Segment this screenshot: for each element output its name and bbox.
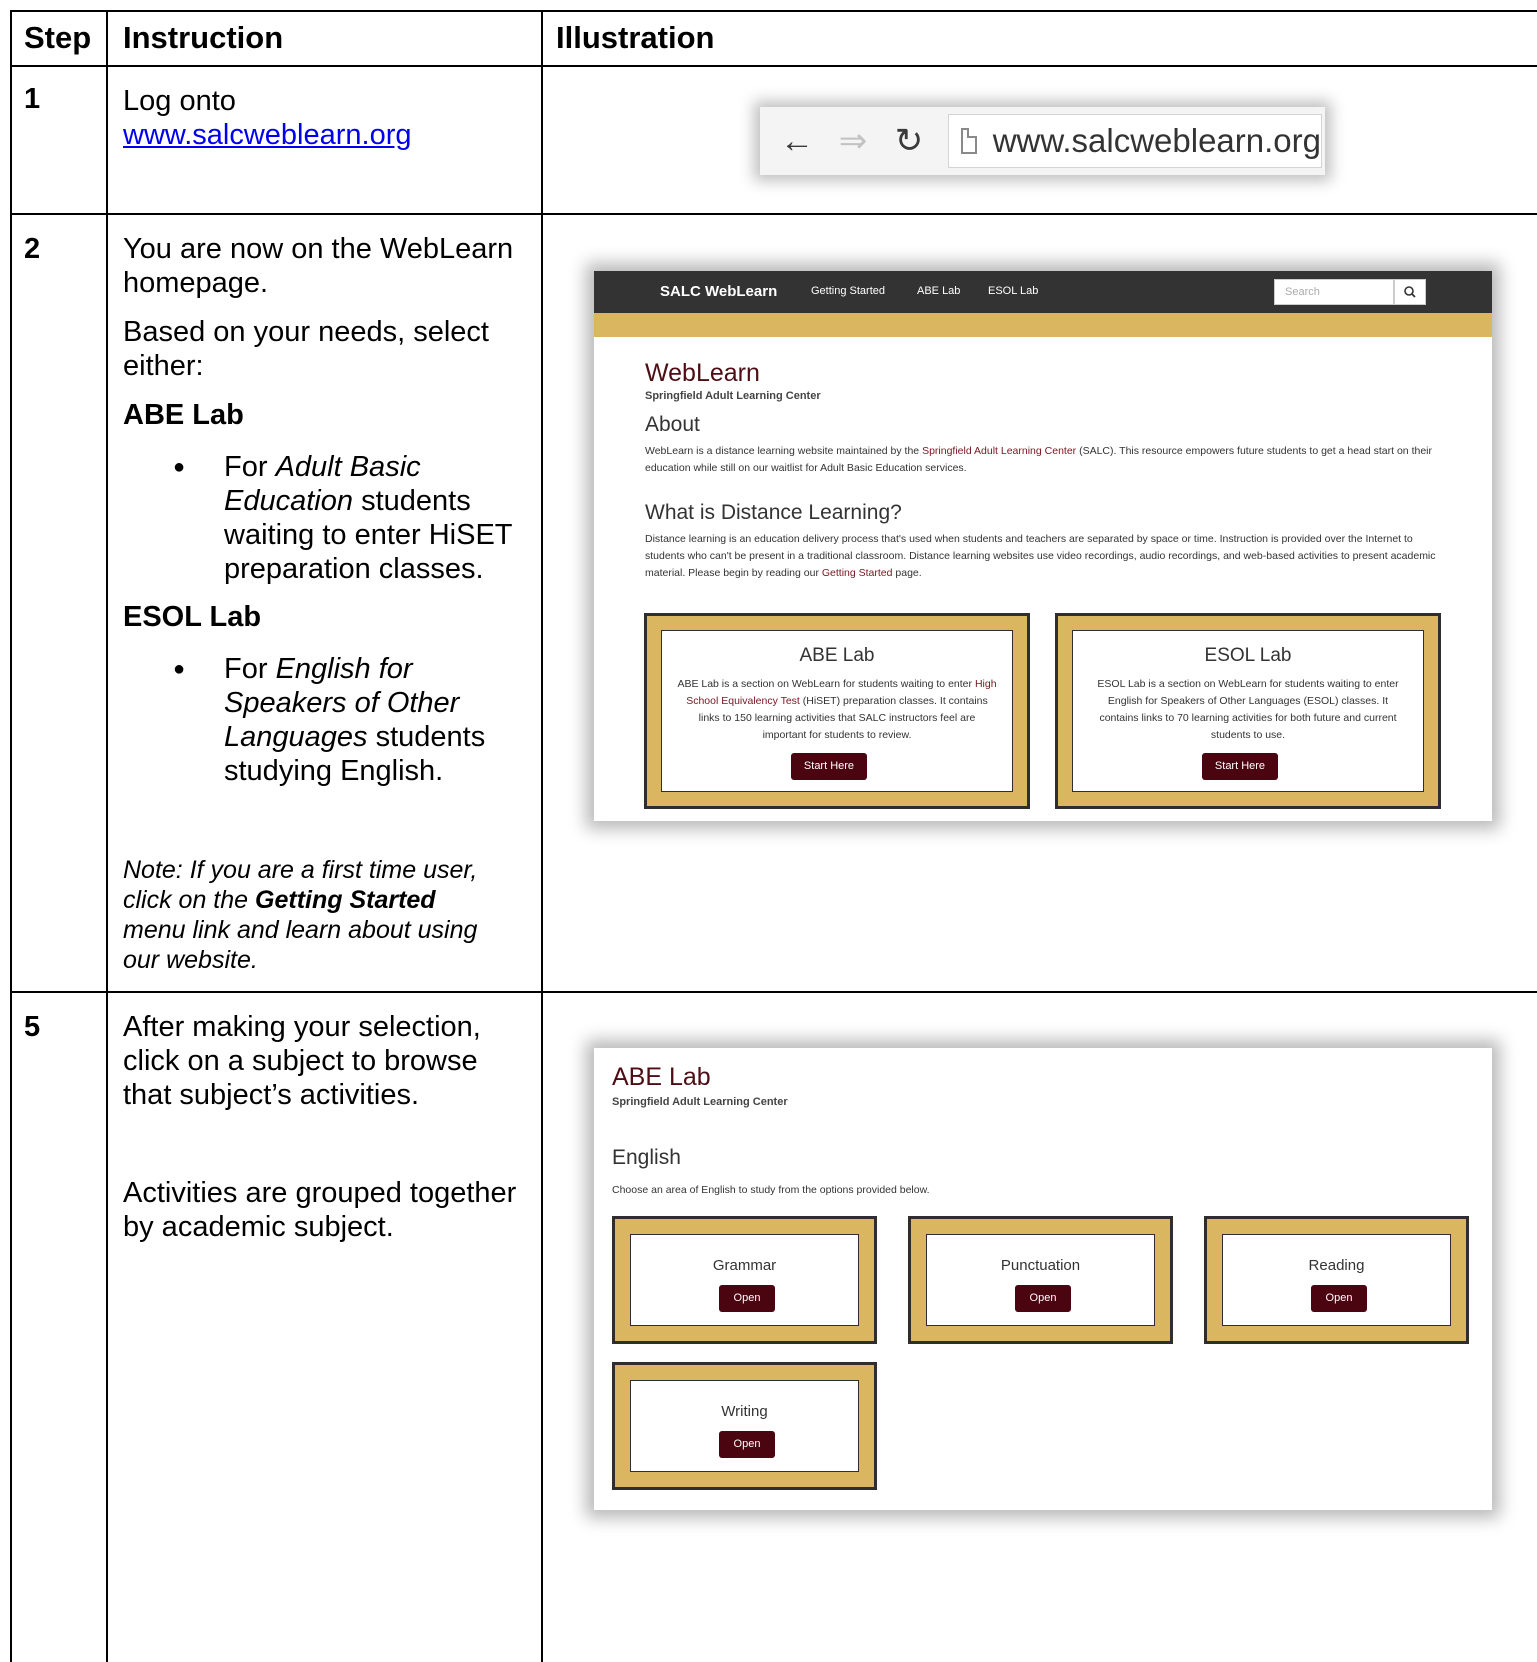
subject-card-reading: Reading Open <box>1204 1216 1469 1344</box>
search-icon <box>1404 286 1416 298</box>
about-paragraph: WebLearn is a distance learning website … <box>645 445 1432 474</box>
site-link[interactable]: www.salcweblearn.org <box>123 118 412 152</box>
abe-lab-card: ABE Lab ABE Lab is a section on WebLearn… <box>644 613 1030 809</box>
table-column-divider <box>541 10 543 1662</box>
table-border-top <box>10 10 1537 12</box>
arrow-left-icon[interactable]: ← <box>778 122 816 161</box>
esol-lab-heading: ESOL Lab <box>123 601 262 633</box>
subject-card-grammar: Grammar Open <box>612 1216 877 1344</box>
search-input[interactable]: Search <box>1274 279 1394 305</box>
abe-lab-page-screenshot: ABE Lab Springfield Adult Learning Cente… <box>594 1048 1492 1510</box>
url-text: www.salcweblearn.org <box>992 122 1321 159</box>
open-reading-button[interactable]: Open <box>1311 1285 1367 1312</box>
open-grammar-button[interactable]: Open <box>719 1285 775 1312</box>
table-row-divider <box>10 213 1537 215</box>
bullet-icon: ● <box>173 456 186 478</box>
first-time-note: Note: If you are a first time user, clic… <box>123 856 478 974</box>
step-number: 1 <box>24 83 41 115</box>
distance-learning-paragraph: Distance learning is an education delive… <box>645 533 1436 579</box>
bullet-text: For English for Speakers of Other Langua… <box>224 653 486 787</box>
subject-heading: English <box>612 1146 681 1169</box>
page-icon <box>961 128 977 154</box>
instruction-text: You are now on the WebLearn homepage. <box>123 233 514 299</box>
instruction-text: After making your selection, click on a … <box>123 1011 481 1111</box>
nav-getting-started[interactable]: Getting Started <box>811 285 885 297</box>
card-title: ABE Lab <box>799 645 875 666</box>
card-body: Punctuation Open <box>926 1234 1155 1326</box>
subject-name: Writing <box>721 1403 768 1420</box>
open-punctuation-button[interactable]: Open <box>1015 1285 1071 1312</box>
page-subtitle: Springfield Adult Learning Center <box>645 390 821 402</box>
table-row-divider <box>10 991 1537 993</box>
esol-lab-card: ESOL Lab ESOL Lab is a section on WebLea… <box>1055 613 1441 809</box>
card-description: ESOL Lab is a section on WebLearn for st… <box>1097 678 1399 741</box>
list-item: ● For Adult Basic Education students wai… <box>173 450 533 586</box>
card-body: ABE Lab ABE Lab is a section on WebLearn… <box>661 630 1013 792</box>
table-border-left <box>10 10 12 1662</box>
card-body: Reading Open <box>1222 1234 1451 1326</box>
step-number: 5 <box>24 1011 41 1043</box>
reload-icon[interactable]: ↻ <box>890 121 928 161</box>
arrow-right-icon[interactable]: ⇒ <box>834 121 872 161</box>
nav-abe-lab[interactable]: ABE Lab <box>917 285 960 297</box>
browser-address-bar: ← ⇒ ↻ www.salcweblearn.org <box>760 107 1325 175</box>
header-instruction: Instruction <box>123 20 284 55</box>
subject-card-writing: Writing Open <box>612 1362 877 1490</box>
card-body: Writing Open <box>630 1380 859 1472</box>
header-step: Step <box>24 20 92 55</box>
instruction-text: Based on your needs, select either: <box>123 316 489 382</box>
header-illustration: Illustration <box>556 20 715 55</box>
card-body: Grammar Open <box>630 1234 859 1326</box>
site-navbar: SALC WebLearn Getting Started ABE Lab ES… <box>594 271 1492 313</box>
intro-text: Choose an area of English to study from … <box>612 1184 930 1196</box>
weblearn-homepage-screenshot: SALC WebLearn Getting Started ABE Lab ES… <box>594 271 1492 821</box>
card-title: ESOL Lab <box>1204 645 1292 666</box>
abe-lab-heading: ABE Lab <box>123 399 244 431</box>
card-body: ESOL Lab ESOL Lab is a section on WebLea… <box>1072 630 1424 792</box>
distance-learning-heading: What is Distance Learning? <box>645 501 902 524</box>
site-brand[interactable]: SALC WebLearn <box>660 283 777 300</box>
card-description: ABE Lab is a section on WebLearn for stu… <box>677 678 997 741</box>
subject-card-punctuation: Punctuation Open <box>908 1216 1173 1344</box>
page-title: ABE Lab <box>612 1063 711 1091</box>
abe-start-here-button[interactable]: Start Here <box>791 753 867 780</box>
table-column-divider <box>106 10 108 1662</box>
getting-started-link[interactable]: Getting Started <box>822 567 893 579</box>
esol-start-here-button[interactable]: Start Here <box>1202 753 1278 780</box>
subject-name: Reading <box>1308 1257 1365 1274</box>
bullet-icon: ● <box>173 658 186 680</box>
subject-name: Grammar <box>712 1257 777 1274</box>
nav-esol-lab[interactable]: ESOL Lab <box>988 285 1038 297</box>
salc-link[interactable]: Springfield Adult Learning Center <box>922 445 1076 457</box>
list-item: ● For English for Speakers of Other Lang… <box>173 652 533 788</box>
url-field[interactable]: www.salcweblearn.org <box>948 114 1322 168</box>
table-row-divider <box>10 65 1537 67</box>
step-number: 2 <box>24 233 41 265</box>
instruction-text: Log onto <box>123 85 236 117</box>
bullet-text: For Adult Basic Education students waiti… <box>224 451 512 585</box>
gold-banner <box>594 313 1492 337</box>
open-writing-button[interactable]: Open <box>719 1431 775 1458</box>
page-subtitle: Springfield Adult Learning Center <box>612 1096 788 1108</box>
instruction-text: Activities are grouped together by acade… <box>123 1177 517 1243</box>
search-button[interactable] <box>1394 279 1426 305</box>
about-heading: About <box>645 413 700 436</box>
page-title: WebLearn <box>645 359 760 387</box>
subject-name: Punctuation <box>1000 1257 1081 1274</box>
